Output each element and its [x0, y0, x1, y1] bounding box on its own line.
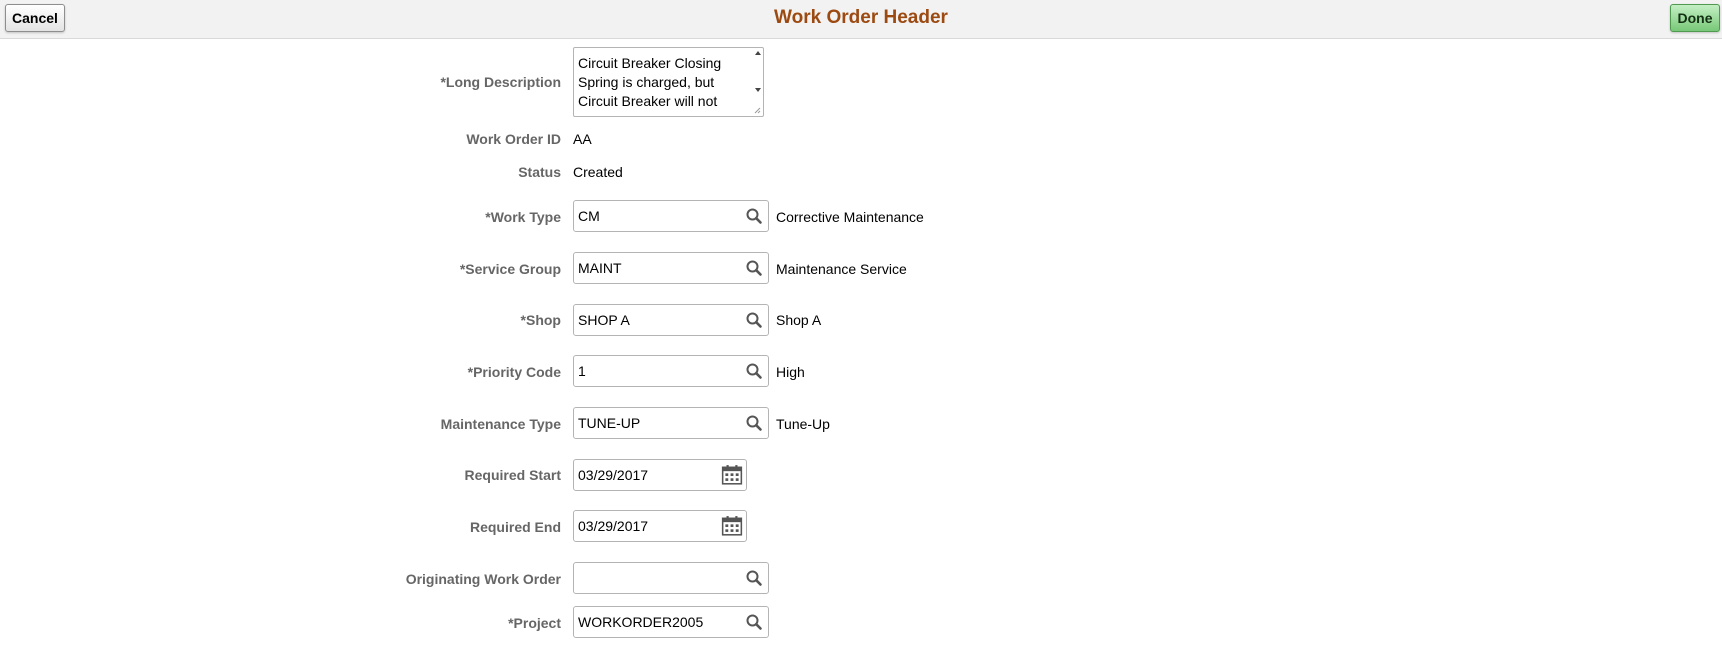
shop-input[interactable]: SHOP A	[573, 304, 769, 336]
work-order-id-value: AA	[573, 131, 592, 147]
required-end-input[interactable]: 03/29/2017	[573, 510, 747, 542]
work-order-id-label: Work Order ID	[466, 131, 561, 147]
project-label: *Project	[508, 615, 561, 631]
search-icon[interactable]	[744, 361, 764, 381]
search-icon[interactable]	[744, 310, 764, 330]
project-input[interactable]: WORKORDER2005	[573, 606, 769, 638]
status-value: Created	[573, 164, 623, 180]
service-group-input[interactable]: MAINT	[573, 252, 769, 284]
done-button[interactable]: Done	[1670, 4, 1720, 32]
priority-code-description: High	[776, 364, 805, 380]
priority-code-label: *Priority Code	[467, 364, 561, 380]
required-end-label: Required End	[469, 519, 561, 535]
search-icon[interactable]	[744, 568, 764, 588]
long-description-textarea[interactable]: Circuit Breaker Closing Spring is charge…	[573, 47, 764, 117]
long-description-label: *Long Description	[440, 74, 561, 90]
work-type-description: Corrective Maintenance	[776, 209, 924, 225]
maintenance-type-input[interactable]: TUNE-UP	[573, 407, 769, 439]
calendar-icon[interactable]	[721, 464, 743, 486]
required-end-value: 03/29/2017	[578, 518, 649, 534]
search-icon[interactable]	[744, 206, 764, 226]
service-group-value: MAINT	[578, 260, 622, 276]
project-value: WORKORDER2005	[578, 614, 704, 630]
resize-grip-icon[interactable]	[753, 106, 761, 114]
work-type-label: *Work Type	[485, 209, 561, 225]
search-icon[interactable]	[744, 612, 764, 632]
scroll-down-icon[interactable]	[755, 88, 761, 92]
maintenance-type-description: Tune-Up	[776, 416, 830, 432]
required-start-value: 03/29/2017	[578, 467, 649, 483]
search-icon[interactable]	[744, 413, 764, 433]
page-title: Work Order Header	[774, 7, 948, 28]
required-start-label: Required Start	[464, 467, 561, 483]
work-type-input[interactable]: CM	[573, 200, 769, 232]
scroll-up-icon[interactable]	[755, 51, 761, 55]
shop-description: Shop A	[776, 312, 822, 328]
maintenance-type-value: TUNE-UP	[578, 415, 641, 431]
originating-work-order-label: Originating Work Order	[405, 571, 561, 587]
work-type-value: CM	[578, 208, 600, 224]
long-description-text: Circuit Breaker Closing Spring is charge…	[578, 55, 722, 109]
shop-label: *Shop	[520, 312, 561, 328]
required-start-input[interactable]: 03/29/2017	[573, 459, 747, 491]
search-icon[interactable]	[744, 258, 764, 278]
priority-code-value: 1	[578, 363, 586, 379]
service-group-description: Maintenance Service	[776, 261, 907, 277]
shop-value: SHOP A	[578, 312, 630, 328]
maintenance-type-label: Maintenance Type	[440, 416, 561, 432]
page-header: Cancel Work Order Header Done	[0, 0, 1722, 39]
originating-work-order-input[interactable]	[573, 562, 769, 594]
service-group-label: *Service Group	[459, 261, 561, 277]
calendar-icon[interactable]	[721, 515, 743, 537]
status-label: Status	[518, 164, 561, 180]
priority-code-input[interactable]: 1	[573, 355, 769, 387]
